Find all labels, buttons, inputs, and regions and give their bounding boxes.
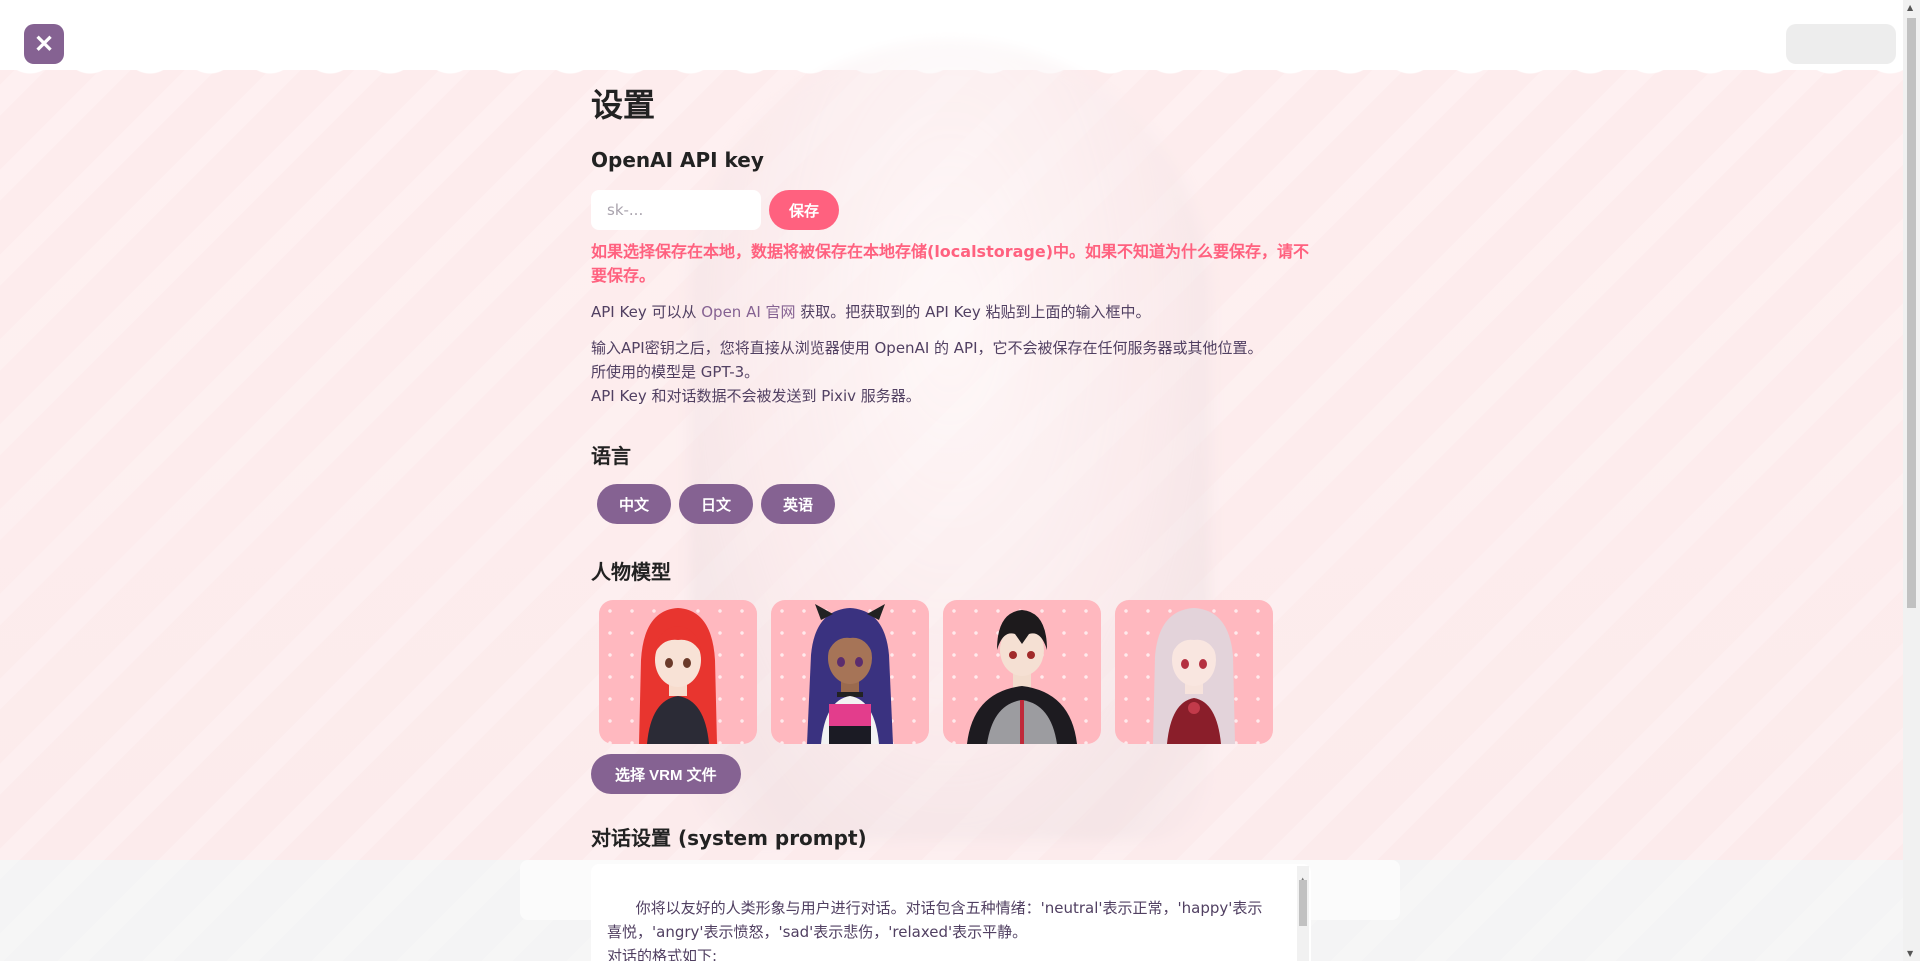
close-button[interactable]: ✕: [24, 24, 64, 64]
openai-link[interactable]: Open AI 官网: [701, 303, 795, 321]
model-option-4[interactable]: [1115, 600, 1273, 744]
page-scroll-thumb[interactable]: [1907, 18, 1916, 608]
system-prompt-section: 对话设置 (system prompt) 你将以友好的人类形象与用户进行对话。对…: [591, 820, 1311, 961]
page-scrollbar[interactable]: ▲ ▼: [1903, 0, 1920, 961]
system-prompt-scroll-thumb[interactable]: [1299, 880, 1307, 926]
api-key-note-3: API Key 和对话数据不会被发送到 Pixiv 服务器。: [591, 387, 921, 405]
model-option-2[interactable]: [771, 600, 929, 744]
character-model-list: [599, 600, 1311, 744]
background-header-button: [1786, 24, 1896, 64]
api-key-info-prefix: API Key 可以从: [591, 303, 702, 321]
api-key-note-1: 输入API密钥之后，您将直接从浏览器使用 OpenAI 的 API，它不会被保存…: [591, 339, 1263, 357]
api-key-heading: OpenAI API key: [591, 148, 764, 172]
system-prompt-textarea[interactable]: 你将以友好的人类形象与用户进行对话。对话包含五种情绪：'neutral'表示正常…: [591, 864, 1311, 961]
language-chinese-button[interactable]: 中文: [597, 484, 672, 524]
select-vrm-file-button[interactable]: 选择 VRM 文件: [591, 754, 741, 794]
api-key-note-2: 所使用的模型是 GPT-3。: [591, 363, 760, 381]
api-key-row: 保存: [591, 190, 1311, 230]
api-key-info: API Key 可以从 Open AI 官网 获取。把获取到的 API Key …: [591, 300, 1311, 324]
language-japanese-button[interactable]: 日文: [679, 484, 754, 524]
red-hair-girl-avatar: [639, 608, 717, 744]
api-key-info-suffix: 获取。把获取到的 API Key 粘贴到上面的输入框中。: [795, 303, 1151, 321]
settings-panel: 设置 OpenAI API key 保存 如果选择保存在本地，数据将被保存在本地…: [591, 80, 1311, 961]
system-prompt-scrollbar[interactable]: ▲: [1297, 866, 1309, 961]
page-scroll-up-icon[interactable]: ▲: [1907, 3, 1913, 12]
language-section: 语言 中文 日文 英语: [591, 438, 1311, 524]
close-icon: ✕: [33, 30, 55, 58]
language-english-button[interactable]: 英语: [761, 484, 836, 524]
save-button[interactable]: 保存: [769, 190, 840, 230]
character-model-heading: 人物模型: [591, 560, 671, 584]
page-title: 设置: [591, 86, 656, 124]
language-options: 中文 日文 英语: [597, 484, 1311, 524]
black-hair-boy-avatar: [967, 610, 1077, 744]
storage-warning: 如果选择保存在本地，数据将被保存在本地存储(localstorage)中。如果不…: [591, 242, 1310, 285]
system-prompt-heading: 对话设置 (system prompt): [591, 826, 867, 850]
silver-hair-girl-avatar: [1153, 608, 1235, 744]
system-prompt-text: 你将以友好的人类形象与用户进行对话。对话包含五种情绪：'neutral'表示正常…: [607, 899, 1263, 961]
language-heading: 语言: [591, 444, 631, 468]
character-model-section: 人物模型 选择 VRM 文件: [591, 554, 1311, 794]
purple-hair-girl-avatar: [807, 604, 893, 744]
model-option-1[interactable]: [599, 600, 757, 744]
api-key-input[interactable]: [591, 190, 761, 230]
model-option-3[interactable]: [943, 600, 1101, 744]
api-key-notes: 输入API密钥之后，您将直接从浏览器使用 OpenAI 的 API，它不会被保存…: [591, 336, 1311, 408]
page-scroll-down-icon[interactable]: ▼: [1907, 949, 1913, 958]
